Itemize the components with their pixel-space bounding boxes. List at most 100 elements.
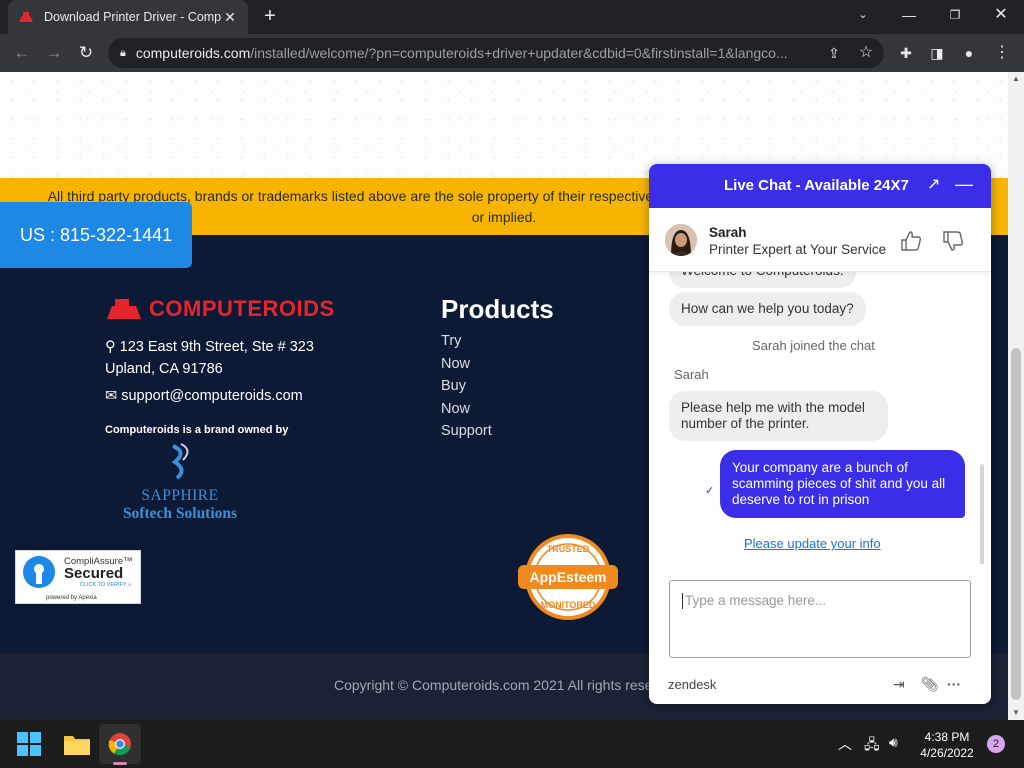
tab-title: Download Printer Driver - Computeroids [44, 10, 222, 24]
chat-message-list[interactable]: Welcome to Computeroids. How can we help… [649, 264, 991, 564]
copyright-text: Copyright © Computeroids.com 2021 All ri… [334, 677, 680, 693]
chat-message-input[interactable]: Type a message here... [669, 580, 971, 658]
appesteem-badge[interactable]: TRUSTED AppEsteem MONITORED [517, 534, 619, 620]
chat-header-title: Live Chat - Available 24X7 [724, 177, 909, 194]
show-hidden-icons-chevron-icon[interactable]: ︿ [838, 734, 852, 754]
company-address: ⚲ 123 East 9th Street, Ste # 323 Upland,… [105, 336, 314, 380]
products-heading: Products [441, 294, 554, 324]
zendesk-brand[interactable]: zendesk [668, 677, 716, 692]
clock-date: 4/26/2022 [920, 746, 974, 760]
company-email[interactable]: ✉ support@computeroids.com [105, 388, 303, 404]
lock-icon: 🔒︎ [120, 46, 126, 59]
agent-avatar [665, 224, 697, 256]
end-chat-icon[interactable]: ⇥ [893, 676, 905, 693]
compli-click: CLICK TO VERIFY » [80, 582, 132, 588]
brand-owner-text: Computeroids is a brand owned by [105, 424, 289, 436]
page-scrollbar[interactable]: ▲ ▼ [1008, 72, 1024, 720]
extensions-icon[interactable]: ✚ [892, 39, 920, 67]
close-tab-icon[interactable]: ✕ [222, 9, 238, 26]
address-bar[interactable]: 🔒︎ computeroids.com/installed/welcome/?p… [108, 38, 884, 68]
delivered-check-icon: ✓ [705, 485, 715, 497]
appesteem-bottom: MONITORED [541, 600, 596, 610]
url-path: /installed/welcome/?pn=computeroids+driv… [250, 45, 788, 61]
sapphire-line-1: SAPPHIRE [141, 487, 219, 504]
agent-avatar-icon [665, 224, 697, 256]
agent-role: Printer Expert at Your Service [709, 242, 887, 257]
scrollbar-thumb[interactable] [1011, 348, 1021, 700]
compli-secured: Secured [64, 565, 124, 582]
windows-start-icon[interactable] [17, 732, 41, 756]
minimize-button[interactable]: — [886, 0, 932, 30]
keyhole-icon [23, 556, 55, 588]
volume-icon[interactable]: 🔊︎ [889, 734, 898, 751]
agent-name: Sarah [709, 225, 747, 240]
new-tab-button[interactable]: + [258, 4, 282, 28]
chrome-icon[interactable] [108, 732, 132, 756]
scroll-down-arrow-icon[interactable]: ▼ [1012, 708, 1020, 717]
back-button[interactable]: ← [8, 39, 36, 67]
product-link-try[interactable]: Try [441, 330, 492, 353]
chat-scrollbar[interactable] [980, 464, 984, 564]
compliassure-badge[interactable]: CompliAssure™ Secured CLICK TO VERIFY » … [15, 550, 141, 604]
address-line-1: 123 East 9th Street, Ste # 323 [119, 339, 314, 355]
address-line-2: Upland, CA 91786 [105, 361, 223, 377]
text-caret [682, 593, 683, 610]
logo-text: COMPUTEROIDS [149, 296, 335, 321]
browser-tab[interactable]: Download Printer Driver - Computeroids ✕ [8, 0, 248, 34]
share-icon[interactable]: ⇪ [820, 39, 848, 67]
sapphire-emblem-icon [171, 443, 189, 480]
chat-system-joined: Sarah joined the chat [752, 338, 875, 353]
agent-card: Sarah Printer Expert at Your Service [649, 208, 991, 272]
chat-input-placeholder: Type a message here... [685, 593, 827, 608]
clock-time: 4:38 PM [924, 730, 970, 744]
thumbs-down-icon[interactable] [942, 230, 964, 252]
side-panel-icon[interactable]: ◨ [923, 39, 951, 67]
more-options-icon[interactable]: ··· [947, 676, 961, 692]
email-text: support@computeroids.com [121, 388, 303, 404]
network-icon[interactable]: 🖧︎ [864, 734, 880, 758]
map-marker-icon: ⚲ [105, 339, 120, 355]
forward-button[interactable]: → [40, 39, 68, 67]
update-info-link[interactable]: Please update your info [744, 536, 881, 551]
phone-button[interactable]: US : 815-322-1441 [0, 202, 192, 268]
thumbs-up-icon[interactable] [900, 230, 922, 252]
browser-toolbar: ← → ↻ 🔒︎ computeroids.com/installed/welc… [0, 34, 1024, 72]
chat-message-agent: Please help me with the model number of … [669, 391, 888, 441]
compli-powered: powered by Apexia [46, 595, 97, 601]
restore-button[interactable]: ❐ [932, 0, 978, 30]
profile-icon[interactable]: ● [955, 39, 983, 67]
live-chat-widget: Live Chat - Available 24X7 ↗ — Sarah Pri… [649, 164, 991, 704]
product-link-buy[interactable]: Buy [441, 375, 492, 398]
notification-badge[interactable]: 2 [987, 735, 1005, 753]
product-link-now[interactable]: Now [441, 353, 492, 376]
chat-message-help: How can we help you today? [669, 292, 866, 326]
tab-search-icon[interactable]: ⌄ [840, 0, 886, 30]
product-links: Try Now Buy Now Support [441, 330, 492, 443]
attachment-icon[interactable]: 📎︎ [921, 676, 939, 693]
popout-icon[interactable]: ↗ [927, 174, 940, 194]
envelope-icon: ✉ [105, 388, 122, 404]
computeroids-logo[interactable]: COMPUTEROIDS [105, 296, 335, 322]
tab-strip: Download Printer Driver - Computeroids ✕… [0, 0, 1024, 34]
computeroids-logo-icon [107, 299, 141, 319]
minimize-chat-icon[interactable]: — [955, 174, 973, 195]
chat-message-user: Your company are a bunch of scamming pie… [720, 450, 965, 518]
chat-header: Live Chat - Available 24X7 ↗ — [649, 164, 991, 208]
browser-menu-icon[interactable]: ⋮ [988, 39, 1016, 67]
computeroids-favicon-icon [19, 12, 33, 22]
sapphire-line-2: Softech Solutions [122, 505, 238, 522]
url-host: computeroids.com [135, 45, 251, 61]
scroll-up-arrow-icon[interactable]: ▲ [1012, 74, 1020, 83]
product-link-now-2[interactable]: Now [441, 398, 492, 421]
product-link-support[interactable]: Support [441, 420, 492, 443]
chat-sender-name: Sarah [674, 367, 709, 382]
sapphire-logo: SAPPHIRE Softech Solutions [112, 442, 248, 523]
bookmark-star-icon[interactable]: ☆ [852, 39, 880, 67]
appesteem-top: TRUSTED [547, 544, 590, 554]
system-clock[interactable]: 4:38 PM 4/26/2022 [913, 729, 981, 761]
file-explorer-icon[interactable] [63, 732, 91, 756]
hero-background [0, 72, 1008, 178]
appesteem-mid: AppEsteem [529, 569, 606, 585]
reload-button[interactable]: ↻ [72, 39, 100, 67]
close-window-button[interactable]: ✕ [978, 0, 1024, 30]
